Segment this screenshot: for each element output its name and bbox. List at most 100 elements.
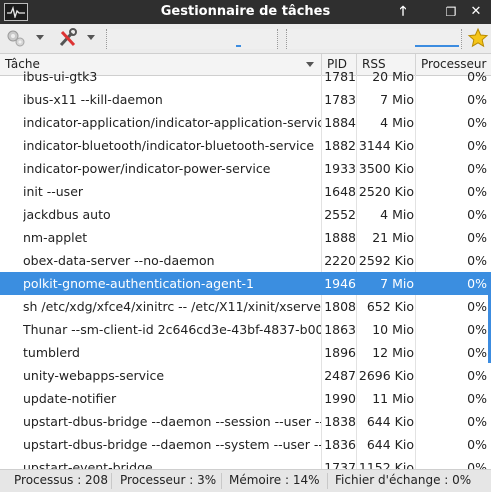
process-rss-cell: 21 Mio [372, 230, 414, 245]
table-row[interactable]: upstart-event-bridge 1737 1152 Kio 0% [0, 456, 491, 469]
system-processes-icon[interactable] [5, 27, 27, 49]
process-cpu-cell: 0% [467, 345, 487, 360]
chevron-down-icon[interactable] [87, 35, 95, 40]
process-pid-cell: 2552 [324, 207, 356, 222]
table-row[interactable]: indicator-power/indicator-power-service 1… [0, 157, 491, 180]
process-cpu-cell: 0% [467, 322, 487, 337]
chevron-down-icon[interactable] [36, 35, 44, 40]
process-cpu-cell: 0% [467, 414, 487, 429]
restore-icon[interactable]: ❐ [440, 2, 462, 22]
process-pid-cell: 1933 [324, 161, 356, 176]
process-rss-cell: 3500 Kio [358, 161, 414, 176]
process-name-cell: indicator-bluetooth/indicator-bluetooth-… [23, 138, 315, 153]
table-row[interactable]: jackdbus auto 2552 4 Mio 0% [0, 203, 491, 226]
process-rss-cell: 7 Mio [380, 92, 414, 107]
process-pid-cell: 1946 [324, 276, 356, 291]
process-name-cell: upstart-dbus-bridge --daemon --session -… [23, 414, 321, 429]
status-bar: Processus : 208 Processeur : 3% Mémoire … [0, 469, 491, 492]
process-cpu-cell: 0% [467, 138, 487, 153]
process-rss-cell: 12 Mio [372, 345, 414, 360]
favorite-star-icon[interactable] [467, 27, 489, 49]
process-pid-cell: 1836 [324, 437, 356, 452]
process-pid-cell: 2487 [324, 368, 356, 383]
table-row[interactable]: indicator-bluetooth/indicator-bluetooth-… [0, 134, 491, 157]
process-rss-cell: 4 Mio [380, 207, 414, 222]
window-title: Gestionnaire de tâches [160, 4, 331, 19]
process-pid-cell: 1808 [324, 299, 356, 314]
process-cpu-cell: 0% [467, 299, 487, 314]
process-rss-cell: 1152 Kio [358, 460, 414, 469]
process-pid-cell: 1737 [324, 460, 356, 469]
status-cpu: Processeur : 3% [120, 473, 217, 487]
process-rss-cell: 20 Mio [372, 69, 414, 84]
process-pid-cell: 1838 [324, 414, 356, 429]
process-name-cell: update-notifier [23, 391, 117, 406]
process-name-cell: jackdbus auto [23, 207, 111, 222]
process-rss-cell: 644 Kio [366, 414, 414, 429]
process-cpu-cell: 0% [467, 391, 487, 406]
table-row[interactable]: sh /etc/xdg/xfce4/xinitrc -- /etc/X11/xi… [0, 295, 491, 318]
table-row[interactable]: init --user 1648 2520 Kio 0% [0, 180, 491, 203]
cpu-gauge [106, 29, 278, 49]
table-row[interactable]: unity-webapps-service 2487 2696 Kio 0% [0, 364, 491, 387]
table-row[interactable]: ibus-ui-gtk3 1781 20 Mio 0% [0, 65, 491, 88]
process-name-cell: upstart-dbus-bridge --daemon --system --… [23, 437, 321, 452]
process-name-cell: indicator-power/indicator-power-service [23, 161, 271, 176]
process-table[interactable]: Tâche PID RSS Processeur ibus-ui-gtk3 178… [0, 54, 491, 469]
process-name-cell: nm-applet [23, 230, 88, 245]
preferences-tools-icon[interactable] [57, 27, 79, 49]
toolbar [0, 24, 491, 54]
process-rss-cell: 644 Kio [366, 437, 414, 452]
title-bar[interactable]: Gestionnaire de tâches 🡑 ❐ ✕ [0, 0, 491, 24]
process-name-cell: Thunar --sm-client-id 2c646cd3e-43bf-483… [23, 322, 321, 337]
table-row[interactable]: update-notifier 1990 11 Mio 0% [0, 387, 491, 410]
process-name-cell: polkit-gnome-authentication-agent-1 [23, 276, 255, 291]
table-row[interactable]: obex-data-server --no-daemon 2220 2592 Kio… [0, 249, 491, 272]
table-row[interactable]: Thunar --sm-client-id 2c646cd3e-43bf-483… [0, 318, 491, 341]
process-rss-cell: 3144 Kio [358, 138, 414, 153]
process-name-cell: unity-webapps-service [23, 368, 165, 383]
process-rss-cell: 2592 Kio [358, 253, 414, 268]
process-rss-cell: 652 Kio [366, 299, 414, 314]
process-name-cell: ibus-x11 --kill-daemon [23, 92, 163, 107]
keep-above-icon[interactable]: 🡑 [392, 2, 414, 22]
status-divider [327, 473, 328, 489]
process-pid-cell: 1896 [324, 345, 356, 360]
process-cpu-cell: 0% [467, 276, 487, 291]
table-row[interactable]: tumblerd 1896 12 Mio 0% [0, 341, 491, 364]
process-rss-cell: 4 Mio [380, 115, 414, 130]
process-rss-cell: 2520 Kio [358, 184, 414, 199]
process-name-cell: sh /etc/xdg/xfce4/xinitrc -- /etc/X11/xi… [23, 299, 321, 314]
process-name-cell: upstart-event-bridge [23, 460, 153, 469]
process-name-cell: obex-data-server --no-daemon [23, 253, 215, 268]
table-row[interactable]: upstart-dbus-bridge --daemon --system --… [0, 433, 491, 456]
table-row[interactable]: upstart-dbus-bridge --daemon --session -… [0, 410, 491, 433]
process-name-cell: ibus-ui-gtk3 [23, 69, 98, 84]
process-cpu-cell: 0% [467, 184, 487, 199]
process-pid-cell: 1884 [324, 115, 356, 130]
table-row[interactable]: indicator-application/indicator-applicat… [0, 111, 491, 134]
process-name-cell: indicator-application/indicator-applicat… [23, 115, 321, 130]
process-pid-cell: 1882 [324, 138, 356, 153]
process-name-cell: init --user [23, 184, 84, 199]
process-cpu-cell: 0% [467, 460, 487, 469]
process-pid-cell: 1888 [324, 230, 356, 245]
task-manager-window: Gestionnaire de tâches 🡑 ❐ ✕ Tâche PID R… [0, 0, 491, 492]
memory-gauge [286, 29, 462, 49]
close-icon[interactable]: ✕ [465, 2, 487, 22]
process-rss-cell: 2696 Kio [358, 368, 414, 383]
status-divider [111, 473, 112, 489]
table-row[interactable]: nm-applet 1888 21 Mio 0% [0, 226, 491, 249]
process-cpu-cell: 0% [467, 368, 487, 383]
process-pid-cell: 1781 [324, 69, 356, 84]
process-rss-cell: 7 Mio [380, 276, 414, 291]
status-swap: Fichier d'échange : 0% [335, 473, 472, 487]
table-row-selected[interactable]: polkit-gnome-authentication-agent-1 1946 7… [0, 272, 491, 295]
status-processes: Processus : 208 [14, 473, 108, 487]
status-divider [221, 473, 222, 489]
process-cpu-cell: 0% [467, 115, 487, 130]
process-rss-cell: 10 Mio [372, 322, 414, 337]
table-row[interactable]: ibus-x11 --kill-daemon 1783 7 Mio 0% [0, 88, 491, 111]
process-name-cell: tumblerd [23, 345, 80, 360]
process-pid-cell: 2220 [324, 253, 356, 268]
